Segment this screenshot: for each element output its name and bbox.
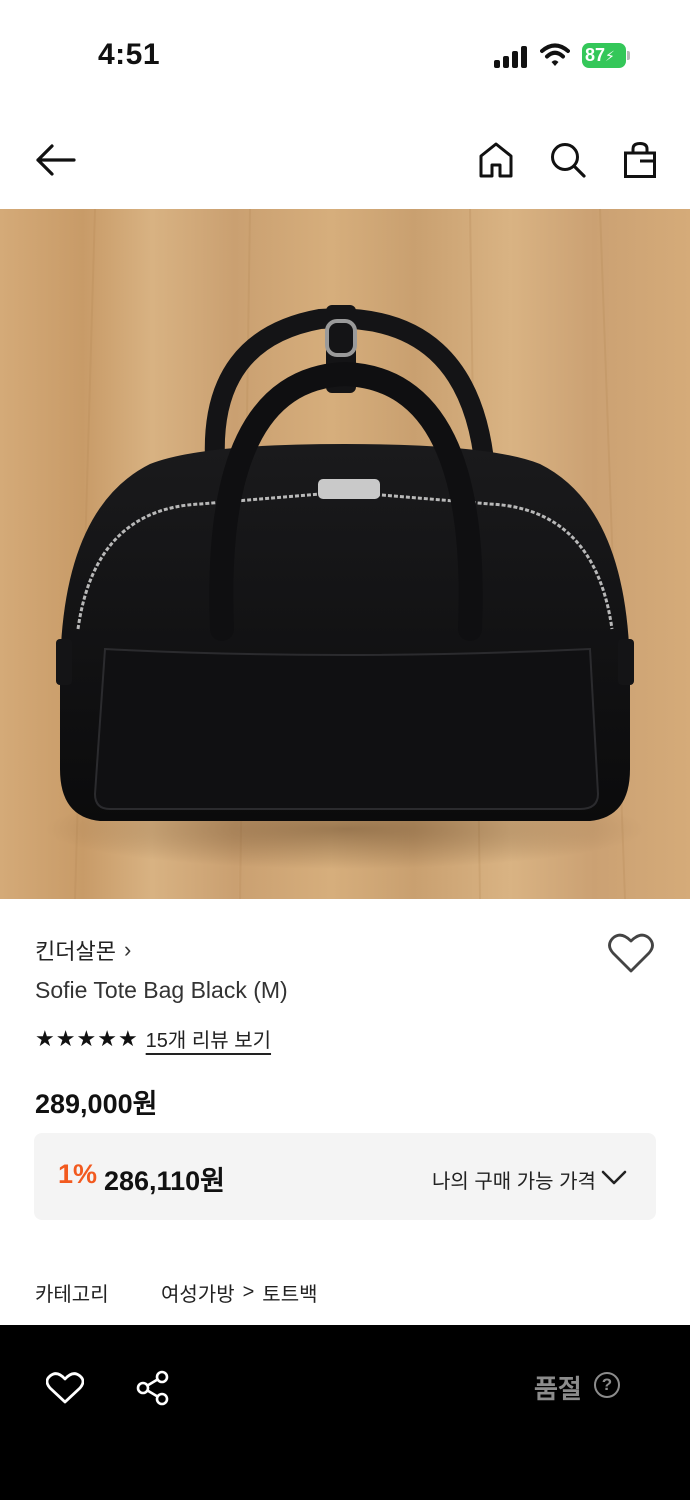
star-icon: ★: [76, 1025, 97, 1051]
heart-icon: [46, 1372, 84, 1404]
wifi-icon: [540, 43, 570, 66]
top-nav: [0, 120, 690, 200]
star-icon: ★: [55, 1025, 76, 1051]
battery-icon: 87⚡: [582, 43, 630, 68]
heart-icon: [608, 933, 654, 973]
category-separator: >: [242, 1281, 255, 1303]
share-icon: [136, 1370, 169, 1406]
my-price-label: 나의 구매 가능 가격: [432, 1171, 596, 1193]
cart-button[interactable]: [616, 136, 664, 184]
category-row: 카테고리 여성가방 > 토트백: [35, 1278, 318, 1307]
discount-rate: 1%: [58, 1159, 98, 1189]
rating-row: ★ ★ ★ ★ ★ 15개 리뷰 보기: [35, 1024, 271, 1053]
help-icon[interactable]: ?: [594, 1372, 620, 1398]
category-link-tote[interactable]: 토트백: [262, 1278, 317, 1307]
star-icon: ★: [35, 1025, 55, 1051]
star-icon: ★: [97, 1025, 117, 1051]
search-icon: [551, 143, 586, 178]
category-label: 카테고리: [35, 1284, 109, 1306]
battery-level: 87: [585, 45, 606, 65]
chevron-down-icon: [601, 1170, 627, 1185]
search-button[interactable]: [544, 136, 592, 184]
bottom-action-bar: 품절 ?: [0, 1325, 690, 1500]
soldout-label: 품절: [534, 1374, 582, 1404]
discount-price: 286,110원: [104, 1166, 225, 1196]
status-time: 4:51: [98, 38, 161, 71]
star-rating: ★ ★ ★ ★ ★: [35, 1025, 138, 1051]
category-link-women-bags[interactable]: 여성가방: [161, 1278, 235, 1307]
brand-name: 킨더살몬: [35, 939, 116, 964]
review-link[interactable]: 15개 리뷰 보기: [146, 1024, 271, 1053]
home-button[interactable]: [472, 136, 520, 184]
status-bar: 4:51 87⚡: [0, 0, 690, 110]
share-button[interactable]: [128, 1363, 178, 1413]
chevron-right-icon: ›: [123, 937, 132, 962]
brand-link[interactable]: 킨더살몬 ›: [35, 934, 131, 966]
signal-icon: [494, 44, 530, 68]
product-image[interactable]: [0, 209, 690, 899]
wishlist-button[interactable]: [608, 932, 656, 976]
product-photo: [45, 209, 645, 899]
discount-price-box[interactable]: 1% 286,110원 나의 구매 가능 가격: [34, 1133, 656, 1220]
back-button[interactable]: [32, 136, 80, 184]
star-icon: ★: [117, 1025, 138, 1051]
shopping-bag-icon: [624, 141, 656, 178]
product-price: 289,000원: [35, 1089, 158, 1119]
arrow-left-icon: [36, 144, 76, 176]
bottom-wishlist-button[interactable]: [40, 1363, 90, 1413]
home-icon: [479, 142, 513, 178]
product-name: Sofie Tote Bag Black (M): [35, 977, 288, 1003]
